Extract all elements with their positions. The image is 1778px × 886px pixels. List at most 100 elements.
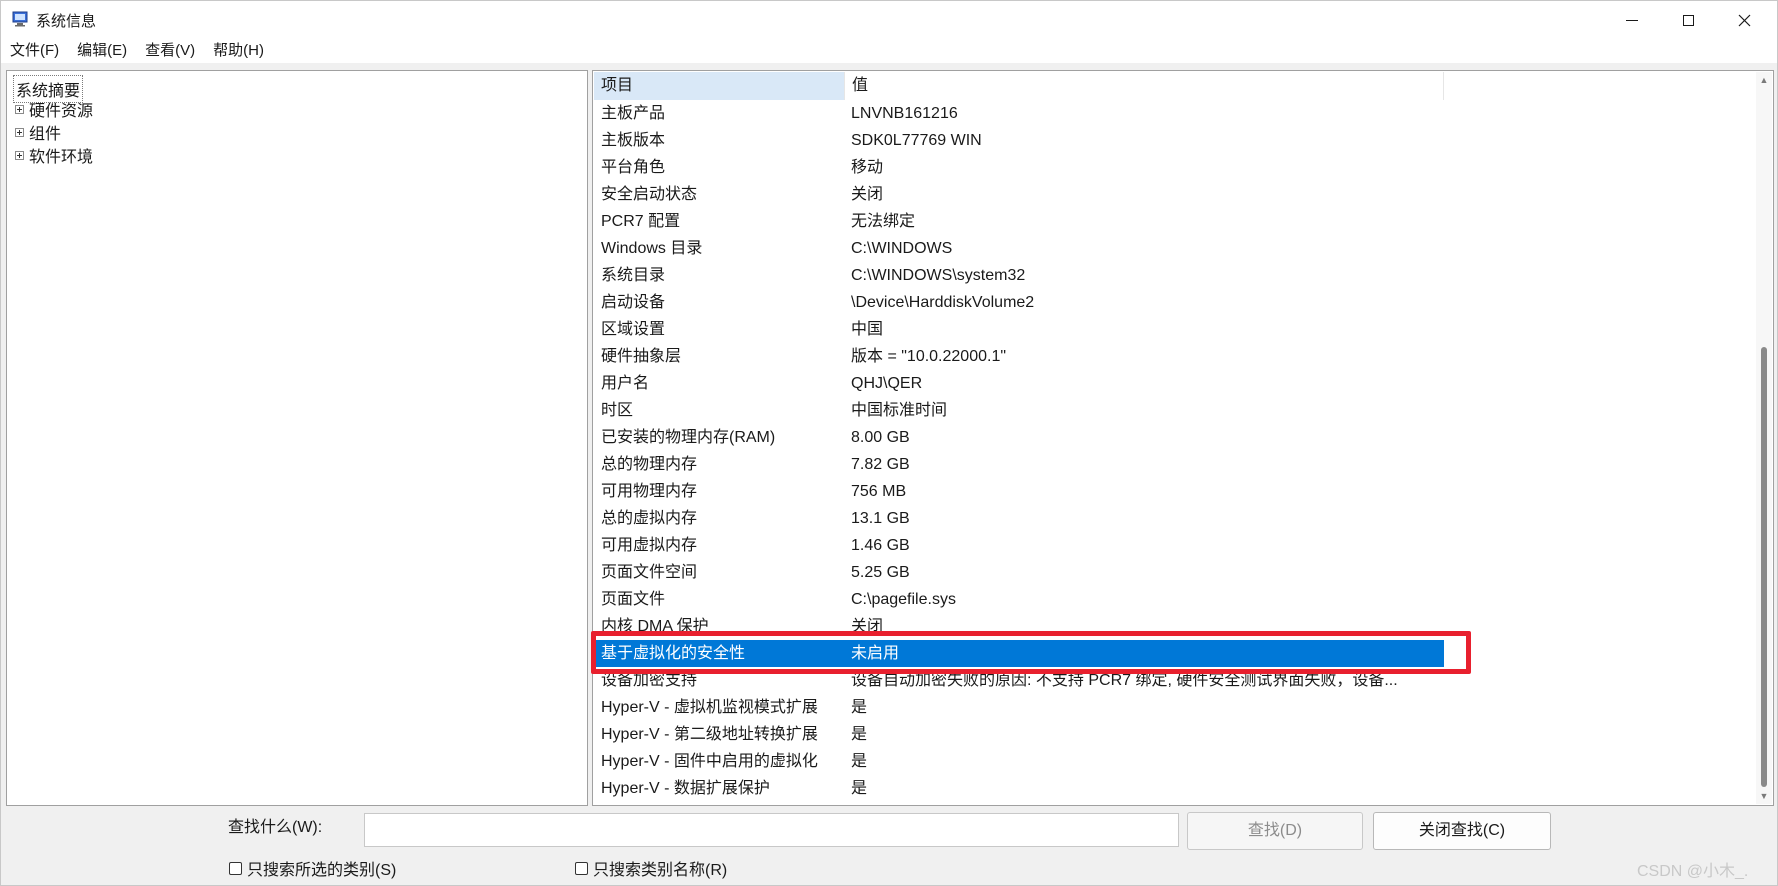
row-value-cell: C:\WINDOWS bbox=[851, 240, 953, 257]
watermark: CSDN @小木_. bbox=[1637, 863, 1749, 880]
row-value-cell: 关闭 bbox=[851, 186, 884, 203]
table-row[interactable]: Hyper-V - 数据扩展保护 是 bbox=[594, 775, 1759, 802]
row-value-cell: 1.46 GB bbox=[851, 537, 910, 554]
table-row[interactable]: 平台角色 移动 bbox=[594, 154, 1759, 181]
row-value-cell: 13.1 GB bbox=[851, 510, 910, 527]
system-info-window: 系统信息 文件(F) 编辑(E) 查看(V) 帮助(H) 系统摘要 硬件资源 组… bbox=[0, 0, 1778, 886]
table-row[interactable]: 区域设置 中国 bbox=[594, 316, 1759, 343]
checkbox-box[interactable] bbox=[229, 861, 242, 875]
expand-plus-icon[interactable] bbox=[15, 127, 24, 137]
row-value-cell: \Device\HarddiskVolume2 bbox=[851, 294, 1035, 311]
row-value-cell: 版本 = "10.0.22000.1" bbox=[851, 348, 1007, 365]
row-value-cell: 5.25 GB bbox=[851, 564, 910, 581]
close-button[interactable] bbox=[1716, 1, 1772, 39]
row-item-cell: Windows 目录 bbox=[601, 240, 703, 257]
tree-node-label: 硬件资源 bbox=[29, 103, 94, 120]
scrollbar-thumb[interactable] bbox=[1761, 347, 1767, 787]
category-tree[interactable]: 系统摘要 硬件资源 组件 软件环境 bbox=[6, 70, 588, 806]
row-item-cell: 总的物理内存 bbox=[601, 456, 698, 473]
expand-plus-icon[interactable] bbox=[15, 150, 24, 160]
menu-help[interactable]: 帮助(H) bbox=[204, 39, 273, 63]
table-row[interactable]: Windows 目录 C:\WINDOWS bbox=[594, 235, 1759, 262]
row-value-cell: 是 bbox=[851, 726, 868, 743]
expand-plus-icon[interactable] bbox=[15, 104, 24, 114]
table-row[interactable]: 总的虚拟内存 13.1 GB bbox=[594, 505, 1759, 532]
row-item-cell: Hyper-V - 第二级地址转换扩展 bbox=[601, 726, 818, 743]
search-category-names-checkbox[interactable]: 只搜索类别名称(R) bbox=[575, 856, 727, 880]
table-row[interactable]: 主板版本 SDK0L77769 WIN bbox=[594, 127, 1759, 154]
close-find-button[interactable]: 关闭查找(C) bbox=[1373, 812, 1551, 850]
row-value-cell: 7.82 GB bbox=[851, 456, 910, 473]
minimize-button[interactable] bbox=[1604, 1, 1660, 39]
highlight-annotation bbox=[591, 631, 1471, 674]
row-item-cell: 可用物理内存 bbox=[601, 483, 698, 500]
row-item-cell: Hyper-V - 虚拟机监视模式扩展 bbox=[601, 699, 818, 716]
table-row[interactable]: Hyper-V - 虚拟机监视模式扩展 是 bbox=[594, 694, 1759, 721]
table-rows: 主板产品 LNVNB161216 主板版本 SDK0L77769 WIN 平台角色 移动安… bbox=[594, 100, 1759, 802]
details-list[interactable]: 项目 值 主板产品 LNVNB161216 主板版本 SDK0L77769 WIN 平台… bbox=[592, 70, 1774, 806]
tree-node-hardware[interactable]: 硬件资源 bbox=[15, 98, 93, 120]
close-icon bbox=[1738, 14, 1750, 26]
row-item-cell: PCR7 配置 bbox=[601, 213, 681, 230]
row-item-cell: 主板版本 bbox=[601, 132, 666, 149]
title-bar: 系统信息 bbox=[1, 1, 1777, 39]
row-value-cell: C:\pagefile.sys bbox=[851, 591, 956, 608]
find-button[interactable]: 查找(D) bbox=[1187, 812, 1363, 850]
row-item-cell: 用户名 bbox=[601, 375, 650, 392]
scroll-up-icon[interactable]: ▲ bbox=[1756, 72, 1772, 88]
row-item-cell: 主板产品 bbox=[601, 105, 666, 122]
checkbox-label: 只搜索类别名称(R) bbox=[593, 862, 728, 879]
table-row[interactable]: 用户名 QHJ\QER bbox=[594, 370, 1759, 397]
table-row[interactable]: 启动设备 \Device\HarddiskVolume2 bbox=[594, 289, 1759, 316]
checkbox-label: 只搜索所选的类别(S) bbox=[247, 862, 397, 879]
row-value-cell: 无法绑定 bbox=[851, 213, 916, 230]
table-row[interactable]: 可用物理内存 756 MB bbox=[594, 478, 1759, 505]
row-value-cell: 中国标准时间 bbox=[851, 402, 948, 419]
column-header-value[interactable]: 值 bbox=[844, 72, 1444, 100]
row-item-cell: 硬件抽象层 bbox=[601, 348, 682, 365]
table-row[interactable]: 总的物理内存 7.82 GB bbox=[594, 451, 1759, 478]
row-value-cell: 是 bbox=[851, 699, 868, 716]
row-value-cell: QHJ\QER bbox=[851, 375, 923, 392]
row-value-cell: 是 bbox=[851, 780, 868, 797]
row-item-cell: Hyper-V - 固件中启用的虚拟化 bbox=[601, 753, 818, 770]
table-row[interactable]: 页面文件空间 5.25 GB bbox=[594, 559, 1759, 586]
table-row[interactable]: 已安装的物理内存(RAM) 8.00 GB bbox=[594, 424, 1759, 451]
row-value-cell: 中国 bbox=[851, 321, 884, 338]
tree-node-software[interactable]: 软件环境 bbox=[15, 144, 93, 166]
maximize-icon bbox=[1682, 14, 1694, 26]
find-what-label: 查找什么(W): bbox=[228, 819, 323, 836]
table-row[interactable]: 安全启动状态 关闭 bbox=[594, 181, 1759, 208]
table-row[interactable]: Hyper-V - 第二级地址转换扩展 是 bbox=[594, 721, 1759, 748]
row-value-cell: 756 MB bbox=[851, 483, 907, 500]
maximize-button[interactable] bbox=[1660, 1, 1716, 39]
window-title: 系统信息 bbox=[36, 13, 97, 30]
row-item-cell: 启动设备 bbox=[601, 294, 666, 311]
table-row[interactable]: 主板产品 LNVNB161216 bbox=[594, 100, 1759, 127]
menu-view[interactable]: 查看(V) bbox=[136, 39, 204, 63]
tree-node-components[interactable]: 组件 bbox=[15, 121, 61, 143]
table-row[interactable]: PCR7 配置 无法绑定 bbox=[594, 208, 1759, 235]
row-item-cell: 时区 bbox=[601, 402, 634, 419]
vertical-scrollbar[interactable]: ▲ ▼ bbox=[1756, 72, 1772, 804]
row-item-cell: 总的虚拟内存 bbox=[601, 510, 698, 527]
table-row[interactable]: 硬件抽象层 版本 = "10.0.22000.1" bbox=[594, 343, 1759, 370]
row-item-cell: 平台角色 bbox=[601, 159, 666, 176]
minimize-icon bbox=[1626, 19, 1638, 21]
scroll-down-icon[interactable]: ▼ bbox=[1756, 788, 1772, 804]
row-item-cell: 已安装的物理内存(RAM) bbox=[601, 429, 776, 446]
row-item-cell: 安全启动状态 bbox=[601, 186, 698, 203]
row-item-cell: 可用虚拟内存 bbox=[601, 537, 698, 554]
menu-edit[interactable]: 编辑(E) bbox=[68, 39, 136, 63]
row-value-cell: 移动 bbox=[851, 159, 884, 176]
table-row[interactable]: 系统目录 C:\WINDOWS\system32 bbox=[594, 262, 1759, 289]
table-row[interactable]: Hyper-V - 固件中启用的虚拟化 是 bbox=[594, 748, 1759, 775]
column-header-item[interactable]: 项目 bbox=[594, 72, 844, 100]
find-what-input[interactable] bbox=[364, 813, 1179, 847]
table-row[interactable]: 时区 中国标准时间 bbox=[594, 397, 1759, 424]
menu-file[interactable]: 文件(F) bbox=[1, 39, 68, 63]
checkbox-box[interactable] bbox=[575, 861, 588, 875]
search-selected-category-checkbox[interactable]: 只搜索所选的类别(S) bbox=[229, 856, 396, 880]
table-row[interactable]: 页面文件 C:\pagefile.sys bbox=[594, 586, 1759, 613]
table-row[interactable]: 可用虚拟内存 1.46 GB bbox=[594, 532, 1759, 559]
